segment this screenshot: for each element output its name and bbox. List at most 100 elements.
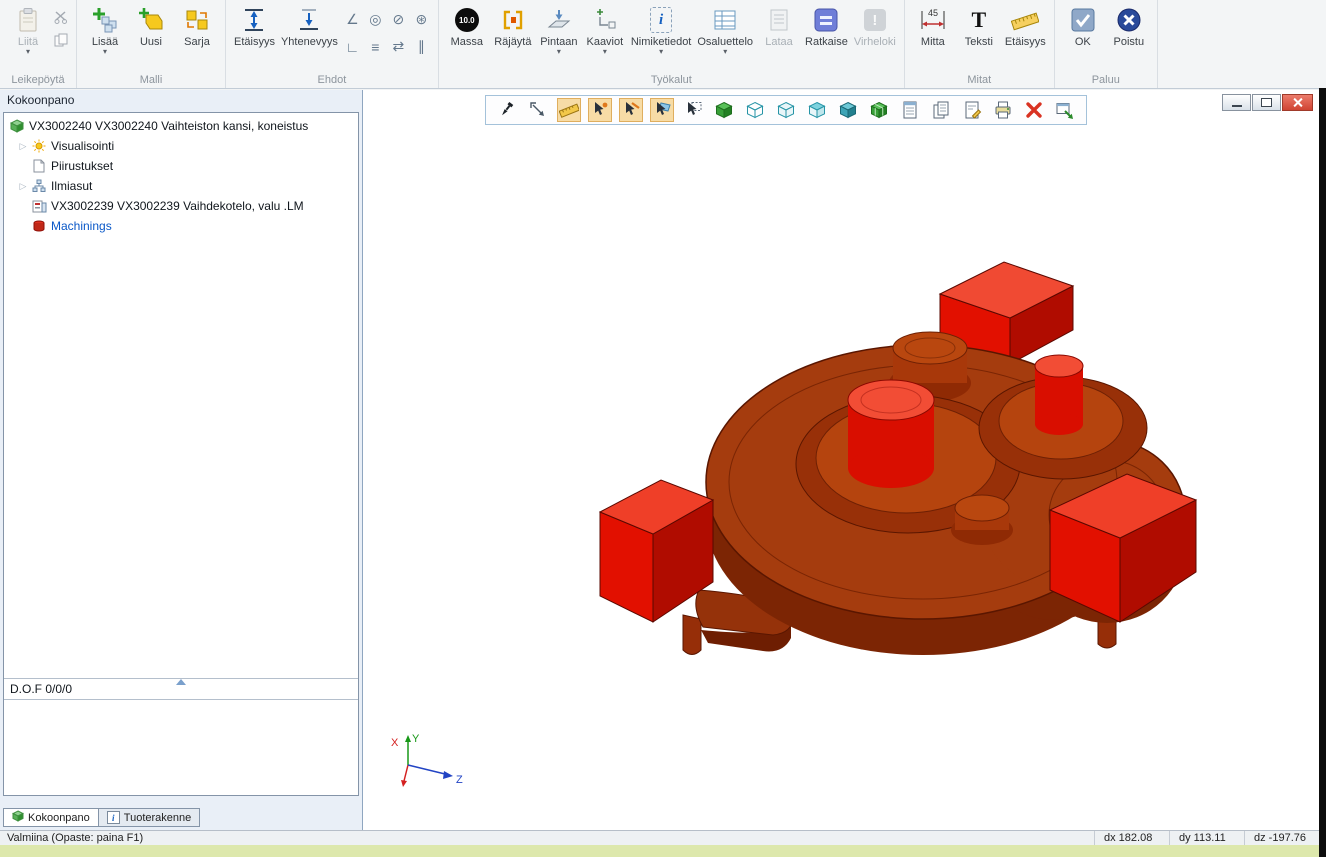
tree-item-visualization[interactable]: ▷ Visualisointi — [4, 136, 358, 156]
view-textured-icon[interactable] — [868, 99, 890, 121]
view-wireframe-icon[interactable] — [744, 99, 766, 121]
expand-arrow-icon[interactable]: ▷ — [16, 141, 30, 152]
parallel-constraint-icon[interactable]: ∥ — [410, 33, 433, 60]
tab-label: Kokoonpano — [28, 812, 90, 824]
assembly-panel: Kokoonpano VX3002240 VX3002240 Vaihteist… — [0, 90, 363, 830]
exit-button[interactable]: Poistu — [1106, 3, 1152, 50]
expand-arrow-icon[interactable]: ▷ — [16, 181, 30, 192]
ribbon: Liitä ▾ Leikepöytä — [0, 0, 1326, 89]
select-box-icon[interactable] — [682, 99, 704, 121]
info-icon: i — [107, 811, 120, 824]
status-dx: dx 182.08 — [1094, 831, 1169, 845]
gearbox-model[interactable] — [600, 262, 1196, 655]
group-label-constraints: Ehdot — [231, 73, 433, 88]
exit-icon — [1116, 5, 1142, 35]
sun-icon — [30, 139, 48, 153]
ok-button[interactable]: OK — [1060, 3, 1106, 50]
y-axis-label: Y — [412, 733, 420, 745]
view-solid-icon[interactable] — [713, 99, 735, 121]
minimize-button[interactable] — [1222, 94, 1251, 111]
panel-title: Kokoonpano — [0, 90, 362, 111]
ruler-icon[interactable] — [558, 99, 580, 121]
new-part-button[interactable]: Uusi — [128, 3, 174, 50]
view-half-shaded-icon[interactable] — [806, 99, 828, 121]
angle-constraint-icon[interactable]: ∠ — [341, 6, 364, 33]
align-constraint-icon[interactable]: ≡ — [364, 33, 387, 60]
parts-list-button[interactable]: Osaluettelo ▾ — [694, 3, 756, 57]
tree-item-configurations[interactable]: ▷ Ilmiasut — [4, 176, 358, 196]
mass-label: Massa — [451, 36, 483, 48]
exit-label: Poistu — [1114, 36, 1145, 48]
measure-extents-icon[interactable] — [527, 99, 549, 121]
series-button[interactable]: Sarja — [174, 3, 220, 50]
item-data-button[interactable]: i Nimiketiedot ▾ — [628, 3, 695, 57]
delete-icon[interactable] — [1023, 99, 1045, 121]
select-face-icon[interactable] — [651, 99, 673, 121]
group-label-tools: Työkalut — [444, 73, 899, 88]
edit-sheet-icon[interactable] — [961, 99, 983, 121]
swap-constraint-icon[interactable]: ⇄ — [387, 33, 410, 60]
text-icon: T — [971, 7, 986, 33]
perpendicular-constraint-icon[interactable]: ∟ — [341, 33, 364, 60]
tree-item-machinings[interactable]: Machinings — [4, 216, 358, 236]
tab-assembly[interactable]: Kokoonpano — [3, 808, 99, 827]
concentric-constraint-icon[interactable]: ◎ — [364, 6, 387, 33]
assembly-cube-icon — [12, 810, 24, 825]
to-surface-icon — [546, 5, 572, 35]
status-dy: dy 113.11 — [1169, 831, 1244, 845]
charts-icon — [592, 5, 618, 35]
tree-item-drawings[interactable]: Piirustukset — [4, 156, 358, 176]
model-canvas[interactable]: X Y Z — [363, 90, 1319, 830]
group-label-back: Paluu — [1060, 73, 1152, 88]
pin-icon[interactable] — [496, 99, 518, 121]
tab-product-structure[interactable]: i Tuoterakenne — [99, 808, 200, 827]
model-boss-small[interactable] — [951, 495, 1013, 545]
splitter-marker-icon[interactable] — [176, 679, 186, 685]
tree-item-label: Machinings — [51, 219, 112, 233]
mass-button[interactable]: 10.0 Massa — [444, 3, 490, 50]
tree-item-part[interactable]: VX3002239 VX3002239 Vaihdekotelo, valu .… — [4, 196, 358, 216]
maximize-icon — [1261, 98, 1272, 107]
report-list-icon[interactable] — [899, 99, 921, 121]
charts-button[interactable]: Kaaviot ▾ — [582, 3, 628, 57]
tree-item-label: Piirustukset — [51, 159, 113, 173]
load-button: Lataa — [756, 3, 802, 50]
to-surface-button[interactable]: Pintaan ▾ — [536, 3, 582, 57]
structure-icon — [30, 179, 48, 193]
machinings-icon — [30, 219, 48, 233]
print-icon[interactable] — [992, 99, 1014, 121]
coincidence-constraint-icon — [296, 5, 322, 35]
tree-item-assembly-root[interactable]: VX3002240 VX3002240 Vaihteiston kansi, k… — [4, 116, 358, 136]
measure-button[interactable]: 45 Mitta — [910, 3, 956, 50]
solve-icon — [813, 5, 839, 35]
view-hidden-line-icon[interactable] — [775, 99, 797, 121]
drawing-sheet-icon — [30, 159, 48, 173]
mass-icon: 10.0 — [455, 8, 479, 32]
explode-button[interactable]: Räjäytä — [490, 3, 536, 50]
status-bar: Valmiina (Opaste: paina F1) dx 182.08 dy… — [0, 830, 1319, 845]
select-vertex-icon[interactable] — [589, 99, 611, 121]
distance-measure-button[interactable]: Etäisyys — [1002, 3, 1049, 50]
maximize-button[interactable] — [1252, 94, 1281, 111]
dropdown-arrow-icon: ▾ — [603, 48, 607, 55]
error-log-button: ! Virheloki — [851, 3, 899, 50]
text-button[interactable]: T Teksti — [956, 3, 1002, 50]
pattern-constraint-icon[interactable]: ⊛ — [410, 6, 433, 33]
dropdown-arrow-icon: ▾ — [659, 48, 663, 55]
measure-label: Mitta — [921, 36, 945, 48]
solve-button[interactable]: Ratkaise — [802, 3, 851, 50]
select-edge-icon[interactable] — [620, 99, 642, 121]
coincidence-constraint-button[interactable]: Yhtenevyys — [278, 3, 341, 50]
model-leg[interactable] — [683, 615, 701, 655]
export-view-icon[interactable] — [1054, 99, 1076, 121]
distance-constraint-button[interactable]: Etäisyys — [231, 3, 278, 50]
tab-label: Tuoterakenne — [124, 812, 191, 824]
coincidence-constraint-label: Yhtenevyys — [281, 36, 338, 48]
view-shaded-icon[interactable] — [837, 99, 859, 121]
tangent-constraint-icon[interactable]: ⊘ — [387, 6, 410, 33]
copy-sheets-icon[interactable] — [930, 99, 952, 121]
parts-list-icon — [712, 5, 738, 35]
add-component-button[interactable]: Lisää ▾ — [82, 3, 128, 57]
model-viewport[interactable]: X Y Z — [363, 90, 1319, 830]
close-button[interactable] — [1282, 94, 1313, 111]
